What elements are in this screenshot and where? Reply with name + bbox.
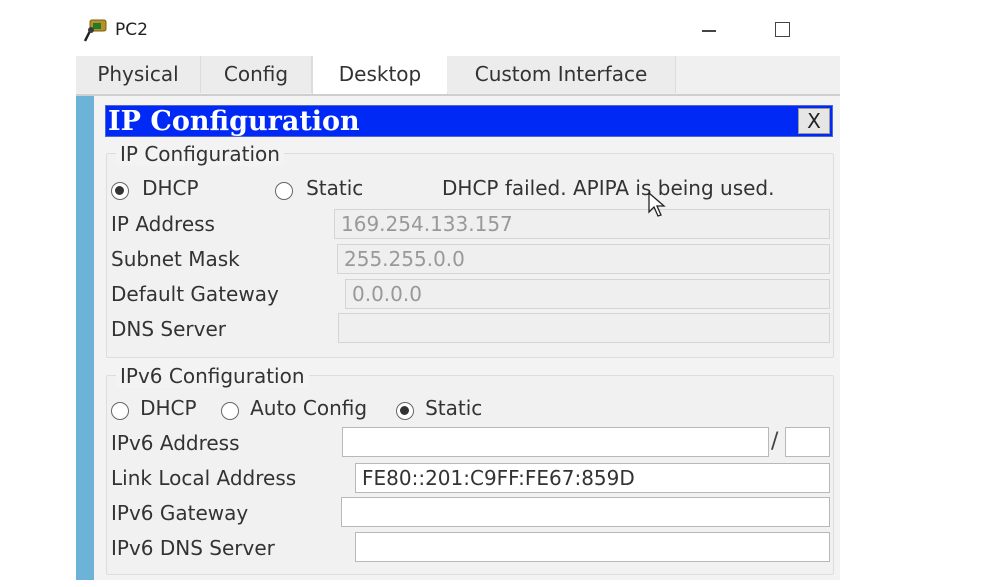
link-local-address-field[interactable]: FE80::201:C9FF:FE67:859D bbox=[355, 463, 830, 493]
tab-config[interactable]: Config bbox=[201, 56, 312, 93]
ipv6-static-option[interactable]: Static bbox=[396, 396, 482, 420]
ip-address-field[interactable]: 169.254.133.157 bbox=[334, 209, 830, 239]
ipv4-dhcp-option[interactable]: DHCP bbox=[111, 176, 199, 200]
close-button[interactable]: X bbox=[798, 108, 830, 134]
ipv6-dhcp-option[interactable]: DHCP bbox=[111, 396, 197, 420]
minimize-button[interactable] bbox=[694, 16, 724, 44]
ipv4-static-label: Static bbox=[306, 176, 364, 200]
tab-bar: Physical Config Desktop Custom Interface bbox=[76, 56, 840, 96]
ipv6-dns-server-field[interactable] bbox=[355, 532, 830, 562]
prefix-separator: / bbox=[771, 429, 779, 454]
ip-address-label: IP Address bbox=[111, 212, 215, 236]
default-gateway-label: Default Gateway bbox=[111, 282, 279, 306]
tab-custom-interface[interactable]: Custom Interface bbox=[447, 56, 676, 93]
tab-desktop[interactable]: Desktop bbox=[312, 56, 448, 94]
default-gateway-field[interactable]: 0.0.0.0 bbox=[345, 279, 830, 309]
ipv6-auto-config-label: Auto Config bbox=[250, 396, 368, 420]
minimize-icon bbox=[702, 30, 716, 32]
ipv6-auto-config-option[interactable]: Auto Config bbox=[221, 396, 367, 420]
ipv6-group-label: IPv6 Configuration bbox=[116, 364, 309, 388]
ipv4-static-radio[interactable] bbox=[275, 181, 293, 200]
ipv6-gateway-field[interactable] bbox=[341, 497, 830, 527]
dns-server-field[interactable] bbox=[338, 313, 830, 343]
ipv6-address-field[interactable] bbox=[342, 427, 769, 457]
subnet-mask-label: Subnet Mask bbox=[111, 247, 240, 271]
ipv4-group-label: IP Configuration bbox=[116, 142, 284, 166]
dialog-title: IP Configuration bbox=[108, 106, 360, 137]
ipv6-prefix-length-field[interactable] bbox=[785, 427, 830, 457]
link-local-address-label: Link Local Address bbox=[111, 466, 297, 490]
ipv6-dhcp-label: DHCP bbox=[140, 396, 197, 420]
pc-device-icon bbox=[82, 18, 110, 44]
maximize-icon bbox=[775, 22, 790, 37]
ipv4-static-option[interactable]: Static bbox=[275, 176, 363, 200]
ipv6-dhcp-radio[interactable] bbox=[111, 401, 129, 420]
ipv6-address-label: IPv6 Address bbox=[111, 431, 240, 455]
dhcp-status-message: DHCP failed. APIPA is being used. bbox=[442, 176, 775, 200]
ipv6-dns-server-label: IPv6 DNS Server bbox=[111, 536, 275, 560]
maximize-button[interactable] bbox=[768, 16, 798, 44]
left-accent-bar bbox=[76, 96, 94, 580]
dns-server-label: DNS Server bbox=[111, 317, 226, 341]
ipv4-dhcp-radio[interactable] bbox=[111, 181, 129, 200]
ipv4-dhcp-label: DHCP bbox=[142, 176, 199, 200]
ipv6-static-radio[interactable] bbox=[396, 401, 414, 420]
tab-physical[interactable]: Physical bbox=[76, 56, 201, 93]
ipv6-auto-config-radio[interactable] bbox=[221, 401, 239, 420]
subnet-mask-field[interactable]: 255.255.0.0 bbox=[337, 244, 830, 274]
ipv6-gateway-label: IPv6 Gateway bbox=[111, 501, 249, 525]
dialog-title-bar: IP Configuration X bbox=[105, 105, 833, 137]
window-title: PC2 bbox=[115, 20, 148, 40]
ipv6-static-label: Static bbox=[425, 396, 483, 420]
